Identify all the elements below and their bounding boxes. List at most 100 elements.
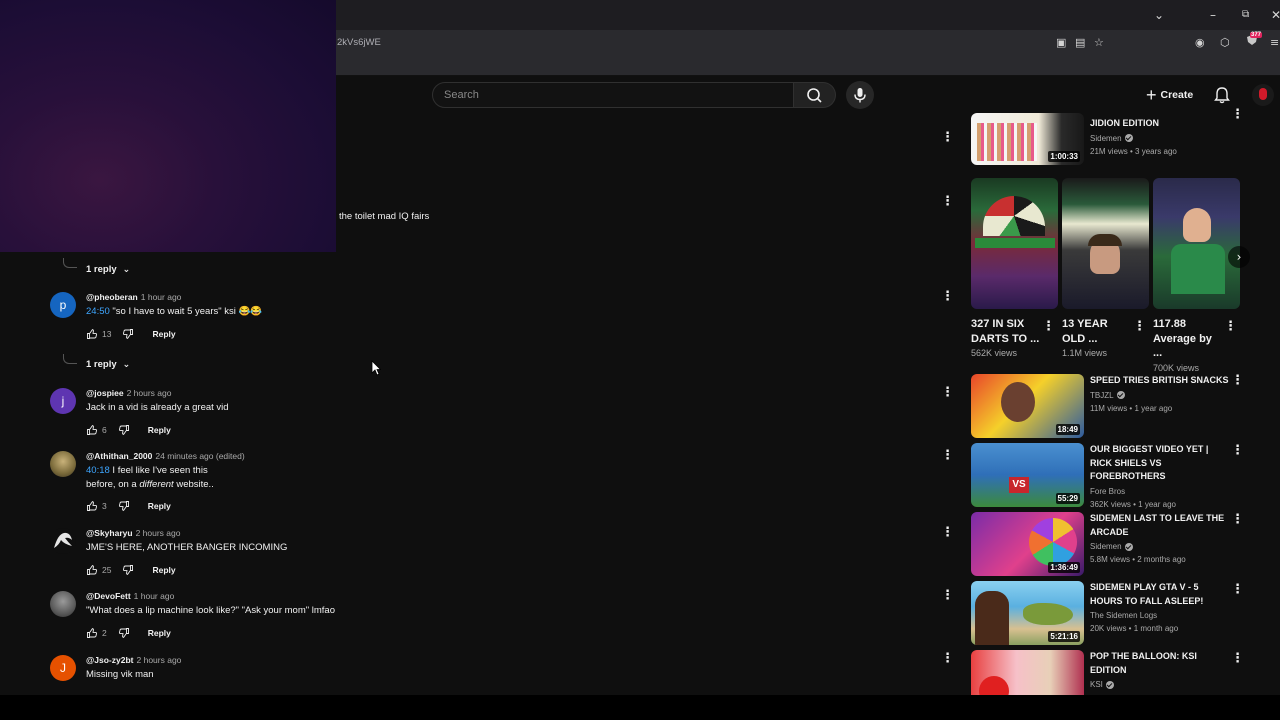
short-title[interactable]: 327 IN SIX DARTS TO ... — [971, 317, 1041, 346]
video-title[interactable]: JIDION EDITION — [1090, 117, 1230, 131]
dislike-button[interactable] — [118, 627, 130, 639]
avatar[interactable] — [50, 528, 76, 554]
video-thumbnail[interactable]: 18:49 — [971, 374, 1084, 438]
more-options-icon[interactable]: ⋮ — [1133, 320, 1146, 334]
short-thumbnail[interactable] — [1153, 178, 1240, 309]
channel-name[interactable]: Sidemen — [1090, 134, 1122, 143]
dislike-button[interactable] — [122, 328, 134, 340]
comment-time[interactable]: 1 hour ago — [141, 292, 182, 302]
like-button[interactable] — [86, 564, 98, 576]
url-text[interactable]: 2kVs6jWE — [337, 37, 381, 48]
more-options-icon[interactable]: ⋮ — [941, 449, 954, 463]
reply-button[interactable]: Reply — [152, 565, 175, 575]
search-button[interactable] — [794, 82, 836, 108]
more-options-icon[interactable]: ⋮ — [1042, 320, 1055, 334]
comment-time[interactable]: 2 hours ago — [136, 528, 181, 538]
video-title[interactable]: OUR BIGGEST VIDEO YET | RICK SHIELS VS F… — [1090, 443, 1230, 484]
video-thumbnail[interactable]: 1:36:49 — [971, 512, 1084, 576]
minimize-window-icon[interactable]: – — [1210, 7, 1216, 23]
short-video[interactable]: 117.88 Average by ... 700K views — [1153, 178, 1240, 373]
channel-name[interactable]: Fore Bros — [1090, 487, 1125, 496]
more-options-icon[interactable]: ⋮ — [941, 195, 954, 209]
more-options-icon[interactable]: ⋮ — [1231, 444, 1244, 458]
video-thumbnail[interactable] — [971, 650, 1084, 695]
video-title[interactable]: POP THE BALLOON: KSI EDITION — [1090, 650, 1230, 677]
like-button[interactable] — [86, 627, 98, 639]
comment-time[interactable]: 2 hours ago — [137, 655, 182, 665]
timestamp-link[interactable]: 24:50 — [86, 306, 110, 317]
restore-window-icon[interactable]: ⧉ — [1242, 7, 1249, 23]
like-button[interactable] — [86, 424, 98, 436]
dislike-button[interactable] — [118, 500, 130, 512]
channel-name[interactable]: KSI — [1090, 680, 1103, 689]
more-options-icon[interactable]: ⋮ — [941, 526, 954, 540]
reply-button[interactable]: Reply — [148, 628, 171, 638]
timestamp-link[interactable]: 40:18 — [86, 465, 110, 476]
voice-search-button[interactable] — [846, 81, 874, 109]
short-thumbnail[interactable] — [1062, 178, 1149, 309]
more-options-icon[interactable]: ⋮ — [941, 652, 954, 666]
channel-name[interactable]: TBJZL — [1090, 391, 1114, 400]
avatar[interactable]: p — [50, 292, 76, 318]
recommended-video[interactable]: VS 55:29 OUR BIGGEST VIDEO YET | RICK SH… — [971, 443, 1251, 509]
bookmark-star-icon[interactable]: ☆ — [1094, 36, 1104, 50]
recommended-video[interactable]: 1:36:49 SIDEMEN LAST TO LEAVE THE ARCADE… — [971, 512, 1251, 576]
shorts-next-arrow-icon[interactable]: › — [1228, 246, 1250, 268]
close-window-icon[interactable]: ✕ — [1271, 7, 1280, 23]
video-title[interactable]: SPEED TRIES BRITISH SNACKS — [1090, 374, 1230, 388]
short-thumbnail[interactable] — [971, 178, 1058, 309]
account-avatar[interactable] — [1252, 84, 1274, 106]
more-options-icon[interactable]: ⋮ — [1231, 513, 1244, 527]
more-options-icon[interactable]: ⋮ — [1231, 374, 1244, 388]
video-thumbnail[interactable]: 1:00:33 — [971, 113, 1084, 165]
account-icon[interactable]: ◉ — [1195, 36, 1205, 50]
comment-time[interactable]: 24 minutes ago (edited) — [155, 451, 244, 461]
short-title[interactable]: 13 YEAR OLD ... — [1062, 317, 1132, 346]
like-button[interactable] — [86, 328, 98, 340]
avatar[interactable]: J — [50, 655, 76, 681]
more-options-icon[interactable]: ⋮ — [1231, 108, 1244, 122]
tab-list-chevron-icon[interactable]: ⌄ — [1154, 7, 1164, 23]
comment-time[interactable]: 1 hour ago — [134, 591, 175, 601]
avatar[interactable] — [50, 591, 76, 617]
comment-time[interactable]: 2 hours ago — [127, 388, 172, 398]
short-title[interactable]: 117.88 Average by ... — [1153, 317, 1223, 361]
more-options-icon[interactable]: ⋮ — [1231, 583, 1244, 597]
dislike-button[interactable] — [118, 424, 130, 436]
avatar[interactable]: j — [50, 388, 76, 414]
more-options-icon[interactable]: ⋮ — [941, 589, 954, 603]
more-options-icon[interactable]: ⋮ — [1231, 652, 1244, 666]
video-thumbnail[interactable]: 5:21:16 — [971, 581, 1084, 645]
avatar[interactable] — [50, 451, 76, 477]
reader-view-icon[interactable]: ▤ — [1075, 36, 1085, 50]
recommended-video[interactable]: 18:49 SPEED TRIES BRITISH SNACKS TBJZL 1… — [971, 374, 1251, 438]
comment-author[interactable]: @DevoFett — [86, 591, 131, 601]
comment-author[interactable]: @jospiee — [86, 388, 124, 398]
replies-toggle[interactable]: 1 reply ⌄ — [86, 264, 130, 275]
recommended-video[interactable]: 1:00:33 JIDION EDITION Sidemen 21M views… — [971, 113, 1251, 165]
app-menu-icon[interactable]: ≡ — [1270, 36, 1279, 50]
more-options-icon[interactable]: ⋮ — [941, 131, 954, 145]
dislike-button[interactable] — [122, 564, 134, 576]
recommended-video[interactable]: 5:21:16 SIDEMEN PLAY GTA V - 5 HOURS TO … — [971, 581, 1251, 645]
comment-author[interactable]: @Athithan_2000 — [86, 451, 152, 461]
more-options-icon[interactable]: ⋮ — [1224, 320, 1237, 334]
channel-name[interactable]: Sidemen — [1090, 542, 1122, 551]
media-picture-icon[interactable]: ▣ — [1056, 36, 1066, 50]
comment-author[interactable]: @pheoberan — [86, 292, 138, 302]
video-thumbnail[interactable]: VS 55:29 — [971, 443, 1084, 507]
more-options-icon[interactable]: ⋮ — [941, 386, 954, 400]
reply-button[interactable]: Reply — [152, 329, 175, 339]
comment-author[interactable]: @Jso-zy2bt — [86, 655, 134, 665]
reply-button[interactable]: Reply — [148, 425, 171, 435]
extensions-icon[interactable]: ⬡ — [1220, 36, 1230, 50]
video-title[interactable]: SIDEMEN PLAY GTA V - 5 HOURS TO FALL ASL… — [1090, 581, 1230, 608]
create-button[interactable]: + Create — [1140, 82, 1202, 108]
comment-author[interactable]: @Skyharyu — [86, 528, 133, 538]
recommended-video[interactable]: POP THE BALLOON: KSI EDITION KSI — [971, 650, 1251, 695]
extension-button[interactable]: 377 — [1246, 32, 1262, 45]
video-title[interactable]: SIDEMEN LAST TO LEAVE THE ARCADE — [1090, 512, 1230, 539]
notifications-bell-icon[interactable] — [1214, 86, 1230, 104]
search-input[interactable]: Search — [432, 82, 794, 108]
replies-toggle[interactable]: 1 reply ⌄ — [86, 359, 130, 370]
